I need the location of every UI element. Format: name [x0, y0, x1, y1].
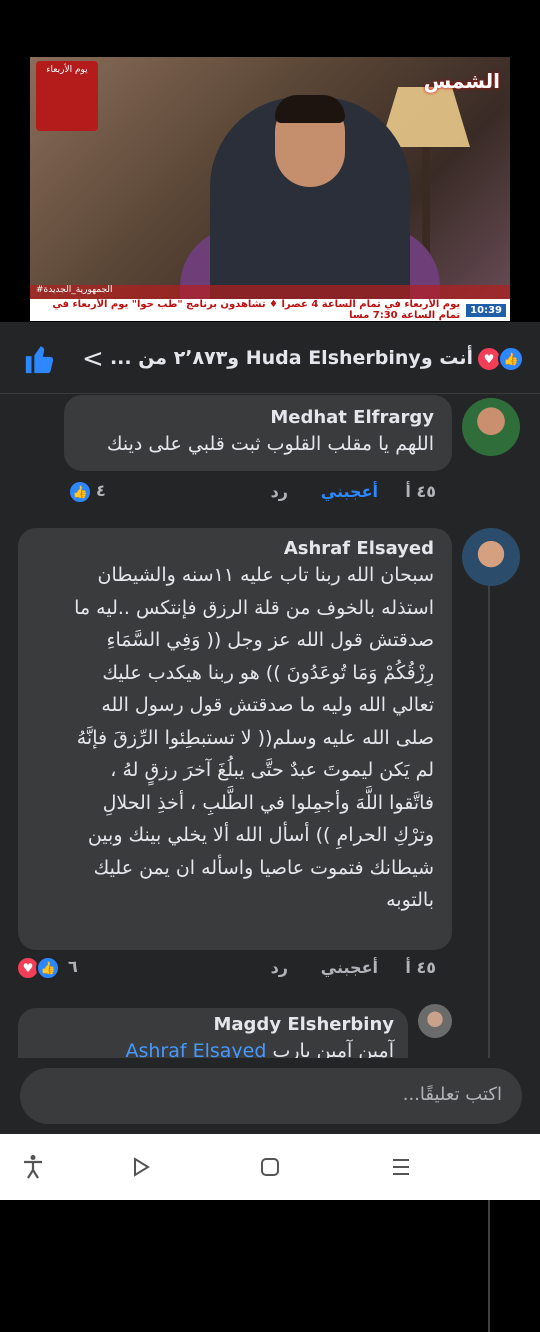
accessibility-icon[interactable] — [18, 1154, 48, 1180]
avatar[interactable] — [462, 528, 520, 586]
reaction-count: ٤ — [96, 481, 106, 500]
comment-line: وترْكِ الحرامِ )) أسأل الله ألا يخلي بين… — [87, 824, 434, 846]
comment-line: لم يَكن ليموتَ عبدٌ حتَّى يبلُغَ آخرَ رز… — [110, 759, 434, 781]
ticker-time: 10:39 — [466, 303, 506, 317]
home-icon[interactable] — [255, 1154, 285, 1180]
comment-bubble: Medhat Elfrargy اللهم يا مقلب القلوب ثبت… — [64, 395, 452, 471]
comment-actions: ٤٥ أ أعجبني رد ♥ 👍 ٦ — [0, 956, 540, 982]
like-thumb-icon[interactable] — [22, 342, 58, 376]
reaction-count: ٦ — [68, 957, 78, 976]
comment-time: ٤٥ أ — [405, 482, 436, 501]
reactions-bar[interactable]: < أنت وHuda Elsherbiny و٢٬٨٧٣ من ... ♥ 👍 — [0, 322, 540, 394]
like-link[interactable]: أعجبني — [321, 482, 378, 501]
reply-link[interactable]: رد — [271, 482, 288, 501]
comment-line: بالتوبه — [386, 889, 434, 911]
recents-icon[interactable] — [386, 1154, 416, 1180]
avatar[interactable] — [418, 1004, 452, 1038]
comment-time: ٤٥ أ — [405, 958, 436, 977]
chevron-left-icon[interactable]: < — [82, 344, 104, 374]
comment-actions: ٤٥ أ أعجبني رد 👍 ٤ — [0, 480, 540, 506]
video-player[interactable]: الشمس يوم الأربعاء #الجمهورية_الجديدة 10… — [30, 57, 510, 321]
ticker-text: يوم الأربعاء في تمام الساعة 4 عصرا ♦ تشا… — [52, 299, 461, 321]
comment-line: تعالي الله وليه ما صدقتش قول رسول الله — [101, 694, 434, 716]
reply-link[interactable]: رد — [271, 958, 288, 977]
reactions-summary[interactable]: أنت وHuda Elsherbiny و٢٬٨٧٣ من ... — [110, 347, 473, 369]
comment-text: سبحان الله ربنا تاب عليه ١١سنه والشيطان … — [36, 559, 434, 917]
person-hair — [275, 95, 345, 123]
reaction-icons: ♥ 👍 — [476, 346, 526, 372]
status-bar-area — [0, 0, 540, 57]
avatar[interactable] — [462, 398, 520, 456]
like-reaction-icon: 👍 — [498, 346, 524, 372]
comment-line: فاتَّقوا اللَّهَ وأجمِلوا في الطَّلبِ ، … — [102, 791, 434, 814]
comments-panel: < أنت وHuda Elsherbiny و٢٬٨٧٣ من ... ♥ 👍… — [0, 322, 540, 1332]
like-reaction-icon: 👍 — [36, 956, 60, 980]
comment-line: شيطانك فتموت عاصيا واسأله ان يمن عليك — [93, 856, 434, 879]
commenter-name[interactable]: Magdy Elsherbiny — [32, 1014, 394, 1035]
commenter-name[interactable]: Ashraf Elsayed — [36, 538, 434, 559]
comment-line: رِزْقُكُمْ وَمَا تُوعَدُونَ )) هو ربنا ه… — [102, 661, 434, 684]
comment-text: اللهم يا مقلب القلوب ثبت قلبي على دينك — [106, 433, 434, 455]
comment-line: استذله بالخوف من قلة الرزق فإنتكس ..ليه … — [74, 596, 434, 619]
comment-line: صلى الله عليه وسلم(( لا تستبطِئوا الرِّز… — [76, 726, 434, 749]
comment-bubble: Ashraf Elsayed سبحان الله ربنا تاب عليه … — [18, 528, 452, 950]
composer-bar: اكتب تعليقًا... — [0, 1058, 540, 1134]
commenter-name[interactable]: Medhat Elfrargy — [82, 407, 434, 428]
comment-input[interactable]: اكتب تعليقًا... — [20, 1068, 522, 1124]
like-reaction-icon: 👍 — [68, 480, 92, 504]
hashtag-strip: #الجمهورية_الجديدة — [30, 285, 510, 299]
back-icon[interactable] — [126, 1154, 156, 1180]
program-badge: يوم الأربعاء — [36, 61, 98, 131]
channel-logo: الشمس — [423, 69, 500, 93]
like-link[interactable]: أعجبني — [321, 958, 378, 977]
comment-line: سبحان الله ربنا تاب عليه ١١سنه والشيطان — [97, 564, 434, 586]
comment-line: صدقتش قول الله عز وجل (( وَفِي السَّمَاء… — [106, 629, 434, 651]
news-ticker: 10:39 يوم الأربعاء في تمام الساعة 4 عصرا… — [30, 299, 510, 321]
android-nav-bar — [0, 1134, 540, 1200]
